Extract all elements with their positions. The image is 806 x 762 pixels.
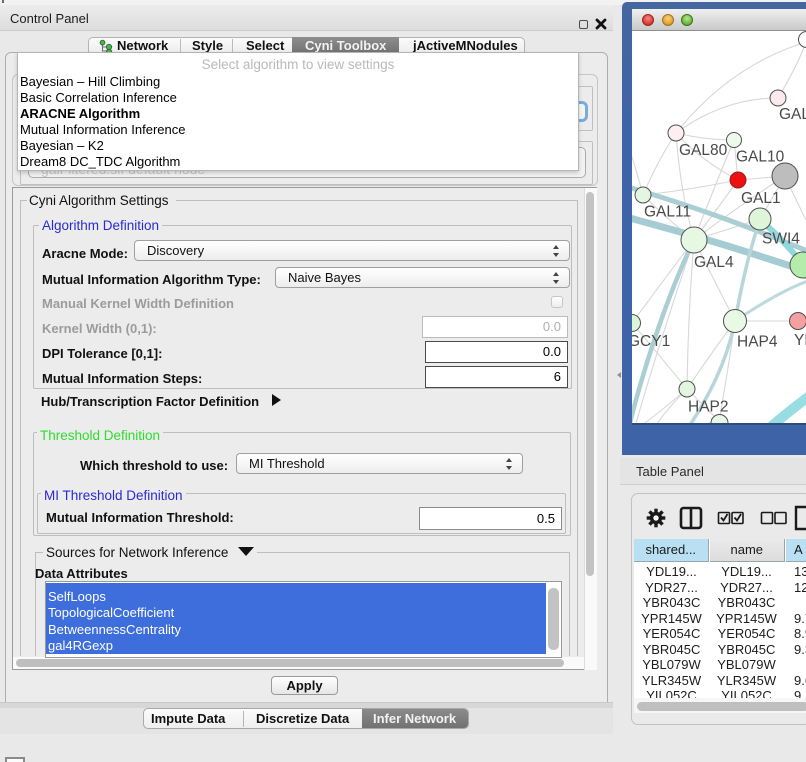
svg-text:GAL10: GAL10 [736,149,785,166]
svg-text:GAL11: GAL11 [644,204,691,221]
svg-text:GAL80: GAL80 [679,142,728,159]
svg-text:YM: YM [794,332,806,349]
svg-text:GAL4: GAL4 [694,254,734,271]
svg-text:HAP4: HAP4 [737,334,778,351]
svg-text:HAP2: HAP2 [688,399,729,416]
svg-text:GAL1: GAL1 [741,190,781,207]
svg-text:GAL2: GAL2 [779,106,806,123]
svg-text:SWI4: SWI4 [762,231,800,248]
svg-text:GCY1: GCY1 [632,333,670,350]
